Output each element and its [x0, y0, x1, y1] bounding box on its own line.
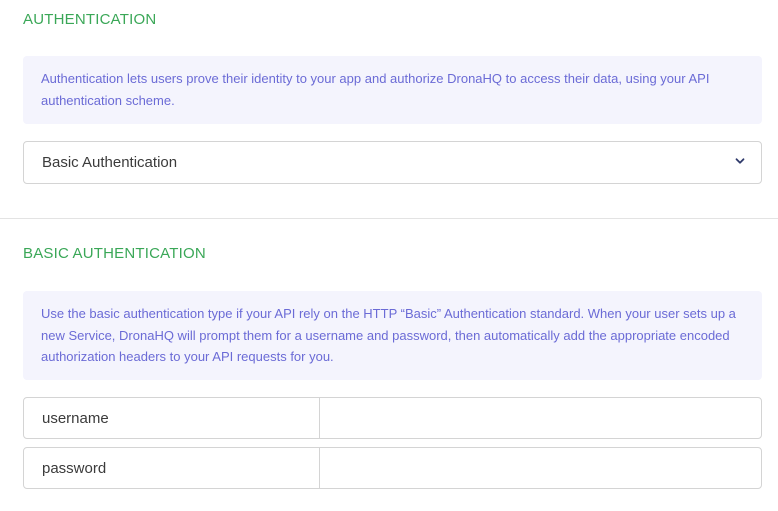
password-input[interactable] — [320, 448, 761, 488]
username-row: username — [23, 397, 762, 439]
section-divider — [0, 218, 778, 219]
password-row: password — [23, 447, 762, 489]
authentication-info-box: Authentication lets users prove their id… — [23, 56, 762, 124]
username-input[interactable] — [320, 398, 761, 438]
authentication-type-select[interactable]: Basic Authentication — [23, 141, 762, 184]
authentication-type-value: Basic Authentication — [42, 154, 178, 171]
password-label: password — [24, 448, 320, 488]
basic-authentication-heading: BASIC AUTHENTICATION — [23, 245, 206, 262]
username-label: username — [24, 398, 320, 438]
chevron-down-icon — [735, 158, 745, 164]
basic-authentication-info-box: Use the basic authentication type if you… — [23, 291, 762, 380]
authentication-heading: AUTHENTICATION — [23, 11, 157, 28]
